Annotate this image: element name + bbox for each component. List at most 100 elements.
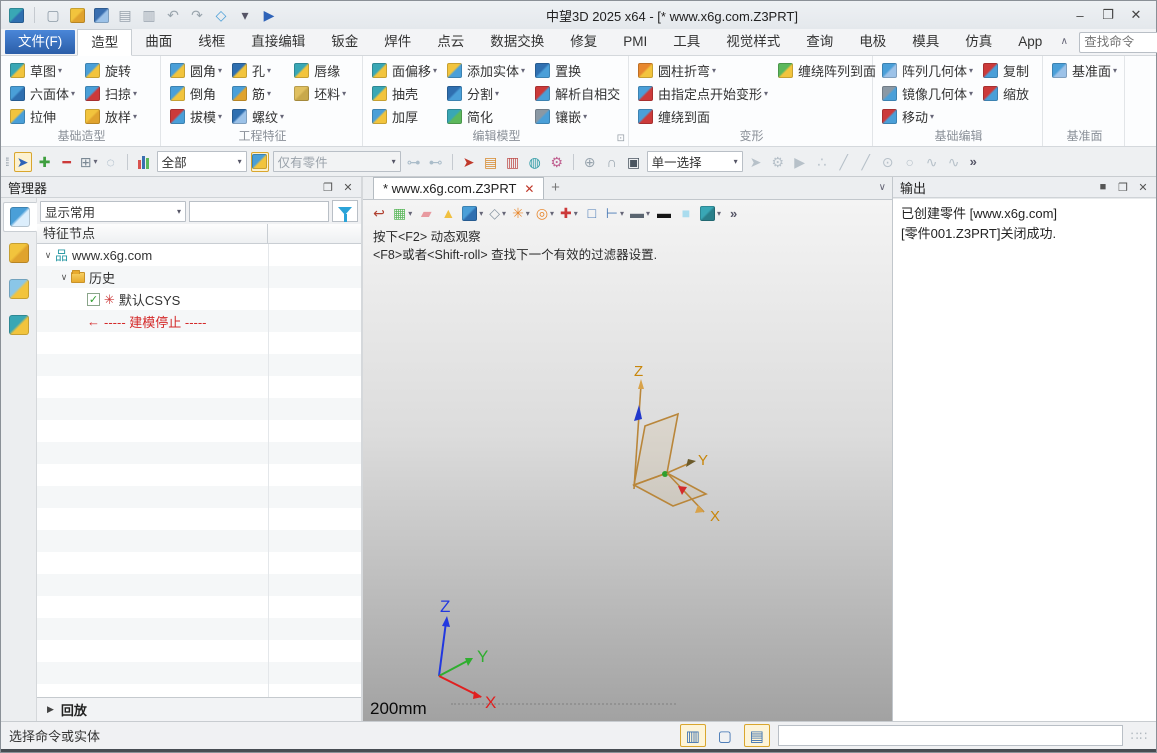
new-file-icon[interactable]: ▢ <box>44 5 62 25</box>
remove-pick-icon[interactable]: ━ <box>58 152 76 172</box>
view-wheel-icon[interactable]: ✳▾ <box>512 203 530 223</box>
wireframe-cube-icon[interactable]: ◇▾ <box>489 203 506 223</box>
collapse-ribbon-icon[interactable]: ∧ <box>1055 32 1073 52</box>
dimension-icon[interactable]: ⊢▾ <box>606 203 624 223</box>
circle-snap-icon[interactable]: ○ <box>901 152 919 172</box>
background-bar-icon[interactable]: ▬ <box>656 203 672 223</box>
pin-icon[interactable]: ■ <box>1094 179 1112 195</box>
tab-shape[interactable]: 造型 <box>77 29 132 56</box>
box-pick-icon[interactable]: ▣ <box>625 152 643 172</box>
visibility-checkbox[interactable]: ✓ <box>87 293 100 306</box>
window-zoom-icon[interactable]: □ <box>584 203 600 223</box>
eraser-icon[interactable]: ▰ <box>418 203 434 223</box>
ribbon-item-face-offset[interactable]: 面偏移▾ <box>369 59 440 82</box>
search-input[interactable] <box>1084 35 1157 49</box>
doclist-toggle-icon[interactable]: ▤ <box>744 724 770 747</box>
ribbon-item-hole[interactable]: 孔▾ <box>229 59 287 82</box>
output-restore-icon[interactable]: ❐ <box>1114 179 1132 195</box>
display-filter-combo[interactable]: 显示常用▾ <box>40 201 186 222</box>
spline-snap-icon[interactable]: ∿ <box>923 152 941 172</box>
ribbon-item-sketch[interactable]: 草图▾ <box>7 59 78 82</box>
circle-center-icon[interactable]: ⊙ <box>879 152 897 172</box>
toolbar-drag-handle[interactable]: ⁞⁞ <box>5 155 8 169</box>
redo-icon[interactable]: ↷ <box>188 5 206 25</box>
run-icon[interactable]: ▶ <box>791 152 809 172</box>
save-icon[interactable] <box>92 5 110 25</box>
ribbon-item-inlay[interactable]: 镶嵌▾ <box>532 105 623 128</box>
viewbar-overflow-icon[interactable]: » <box>727 206 740 221</box>
ribbon-item-draft[interactable]: 拔模▾ <box>167 105 225 128</box>
tab-pmi[interactable]: PMI <box>610 29 660 55</box>
ribbon-item-revolve[interactable]: 旋转 <box>82 59 140 82</box>
tab-close-icon[interactable]: ✕ <box>524 182 534 196</box>
ribbon-item-replace[interactable]: 置换 <box>532 59 623 82</box>
tab-sheet-metal[interactable]: 钣金 <box>318 29 371 55</box>
dialog-launcher-icon[interactable]: ⊡ <box>617 133 625 144</box>
pick-region-icon[interactable]: ⊞▾ <box>80 152 98 172</box>
shade-cube-icon[interactable]: ▾ <box>462 203 483 223</box>
role-manager-icon[interactable] <box>4 310 34 340</box>
line-snap2-icon[interactable]: ╱ <box>857 152 875 172</box>
tree-filter-button[interactable] <box>332 200 358 222</box>
ribbon-item-shell[interactable]: 抽壳 <box>369 82 440 105</box>
tab-direct-edit[interactable]: 直接编辑 <box>238 29 318 55</box>
tab-inquire[interactable]: 查询 <box>793 29 846 55</box>
ribbon-item-thicken[interactable]: 加厚 <box>369 105 440 128</box>
filter-list-icon[interactable] <box>135 152 153 172</box>
lasso-icon[interactable]: ◌ <box>102 152 120 172</box>
new-tab-button[interactable]: + <box>544 177 566 199</box>
open-file-icon[interactable] <box>68 5 86 25</box>
pick-filter-icon[interactable]: ➤ <box>747 152 765 172</box>
print-icon[interactable]: ▤ <box>116 5 134 25</box>
ribbon-item-cylindrical-bend[interactable]: 圆柱折弯▾ <box>635 59 771 82</box>
tree-node-csys[interactable]: ✓✳默认CSYS <box>37 288 361 310</box>
tab-file[interactable]: 文件(F) <box>5 30 75 54</box>
ribbon-item-heal-self-intersection[interactable]: 解析自相交 <box>532 82 623 105</box>
line-snap-icon[interactable]: ╱ <box>835 152 853 172</box>
tree-node-history[interactable]: ∨历史 <box>37 266 361 288</box>
view-ring-icon[interactable]: ◎▾ <box>536 203 554 223</box>
app-logo[interactable] <box>7 5 25 25</box>
play-icon[interactable]: ▶ <box>260 5 278 25</box>
filter-scope-combo[interactable]: 全部▾ <box>157 151 247 172</box>
ribbon-item-rib[interactable]: 筋▾ <box>229 82 287 105</box>
ribbon-item-copy[interactable]: 复制 <box>980 59 1032 82</box>
ribbon-item-box[interactable]: 六面体▾ <box>7 82 78 105</box>
default-csys-datum[interactable]: Z Y X <box>598 363 768 543</box>
curve-pick-icon[interactable]: ∩ <box>603 152 621 172</box>
locate-icon[interactable]: ✚▾ <box>560 203 578 223</box>
ribbon-item-lip[interactable]: 唇缘 <box>291 59 349 82</box>
constraint-off-icon[interactable]: ⊷ <box>427 152 445 172</box>
layer-icon[interactable]: ▦▾ <box>393 203 412 223</box>
snap-points-icon[interactable]: ∴ <box>813 152 831 172</box>
display-mode-icon[interactable]: ▬▾ <box>630 203 650 223</box>
selection-list-icon[interactable]: ▤ <box>482 152 500 172</box>
geometry-globe-icon[interactable]: ◍ <box>526 152 544 172</box>
document-tab[interactable]: * www.x6g.com.Z3PRT ✕ <box>373 177 544 199</box>
tree-search-input[interactable] <box>189 201 329 222</box>
widget-toggle-icon[interactable]: ▥ <box>680 724 706 747</box>
ribbon-item-stock[interactable]: 坯料▾ <box>291 82 349 105</box>
tab-tools[interactable]: 工具 <box>660 29 713 55</box>
ribbon-item-wrap-to-face[interactable]: 缠绕到面 <box>635 105 771 128</box>
tab-mold[interactable]: 模具 <box>899 29 952 55</box>
restore-icon[interactable]: ❐ <box>1094 5 1122 25</box>
part-only-filter-icon[interactable] <box>251 152 269 172</box>
background-color-icon[interactable]: ■ <box>678 203 694 223</box>
tab-visual-style[interactable]: 视觉样式 <box>713 29 793 55</box>
ribbon-item-loft[interactable]: 放样▾ <box>82 105 140 128</box>
constraint-on-icon[interactable]: ⊶ <box>405 152 423 172</box>
tab-simulation[interactable]: 仿真 <box>952 29 1005 55</box>
part-filter-combo[interactable]: 仅有零件▾ <box>273 151 401 172</box>
ribbon-item-mirror-geometry[interactable]: 镜像几何体▾ <box>879 82 976 105</box>
tab-weldment[interactable]: 焊件 <box>371 29 424 55</box>
history-manager-icon[interactable] <box>3 202 37 232</box>
ribbon-item-scale[interactable]: 缩放 <box>980 82 1032 105</box>
chamfer-view-icon[interactable]: ▾ <box>700 203 721 223</box>
cone-icon[interactable]: ▲ <box>440 203 456 223</box>
tab-app[interactable]: App <box>1005 29 1055 55</box>
monitor-toggle-icon[interactable]: ▢ <box>712 724 738 747</box>
ribbon-item-move[interactable]: 移动▾ <box>879 105 976 128</box>
ribbon-item-sweep[interactable]: 扫掠▾ <box>82 82 140 105</box>
tab-surface[interactable]: 曲面 <box>132 29 185 55</box>
